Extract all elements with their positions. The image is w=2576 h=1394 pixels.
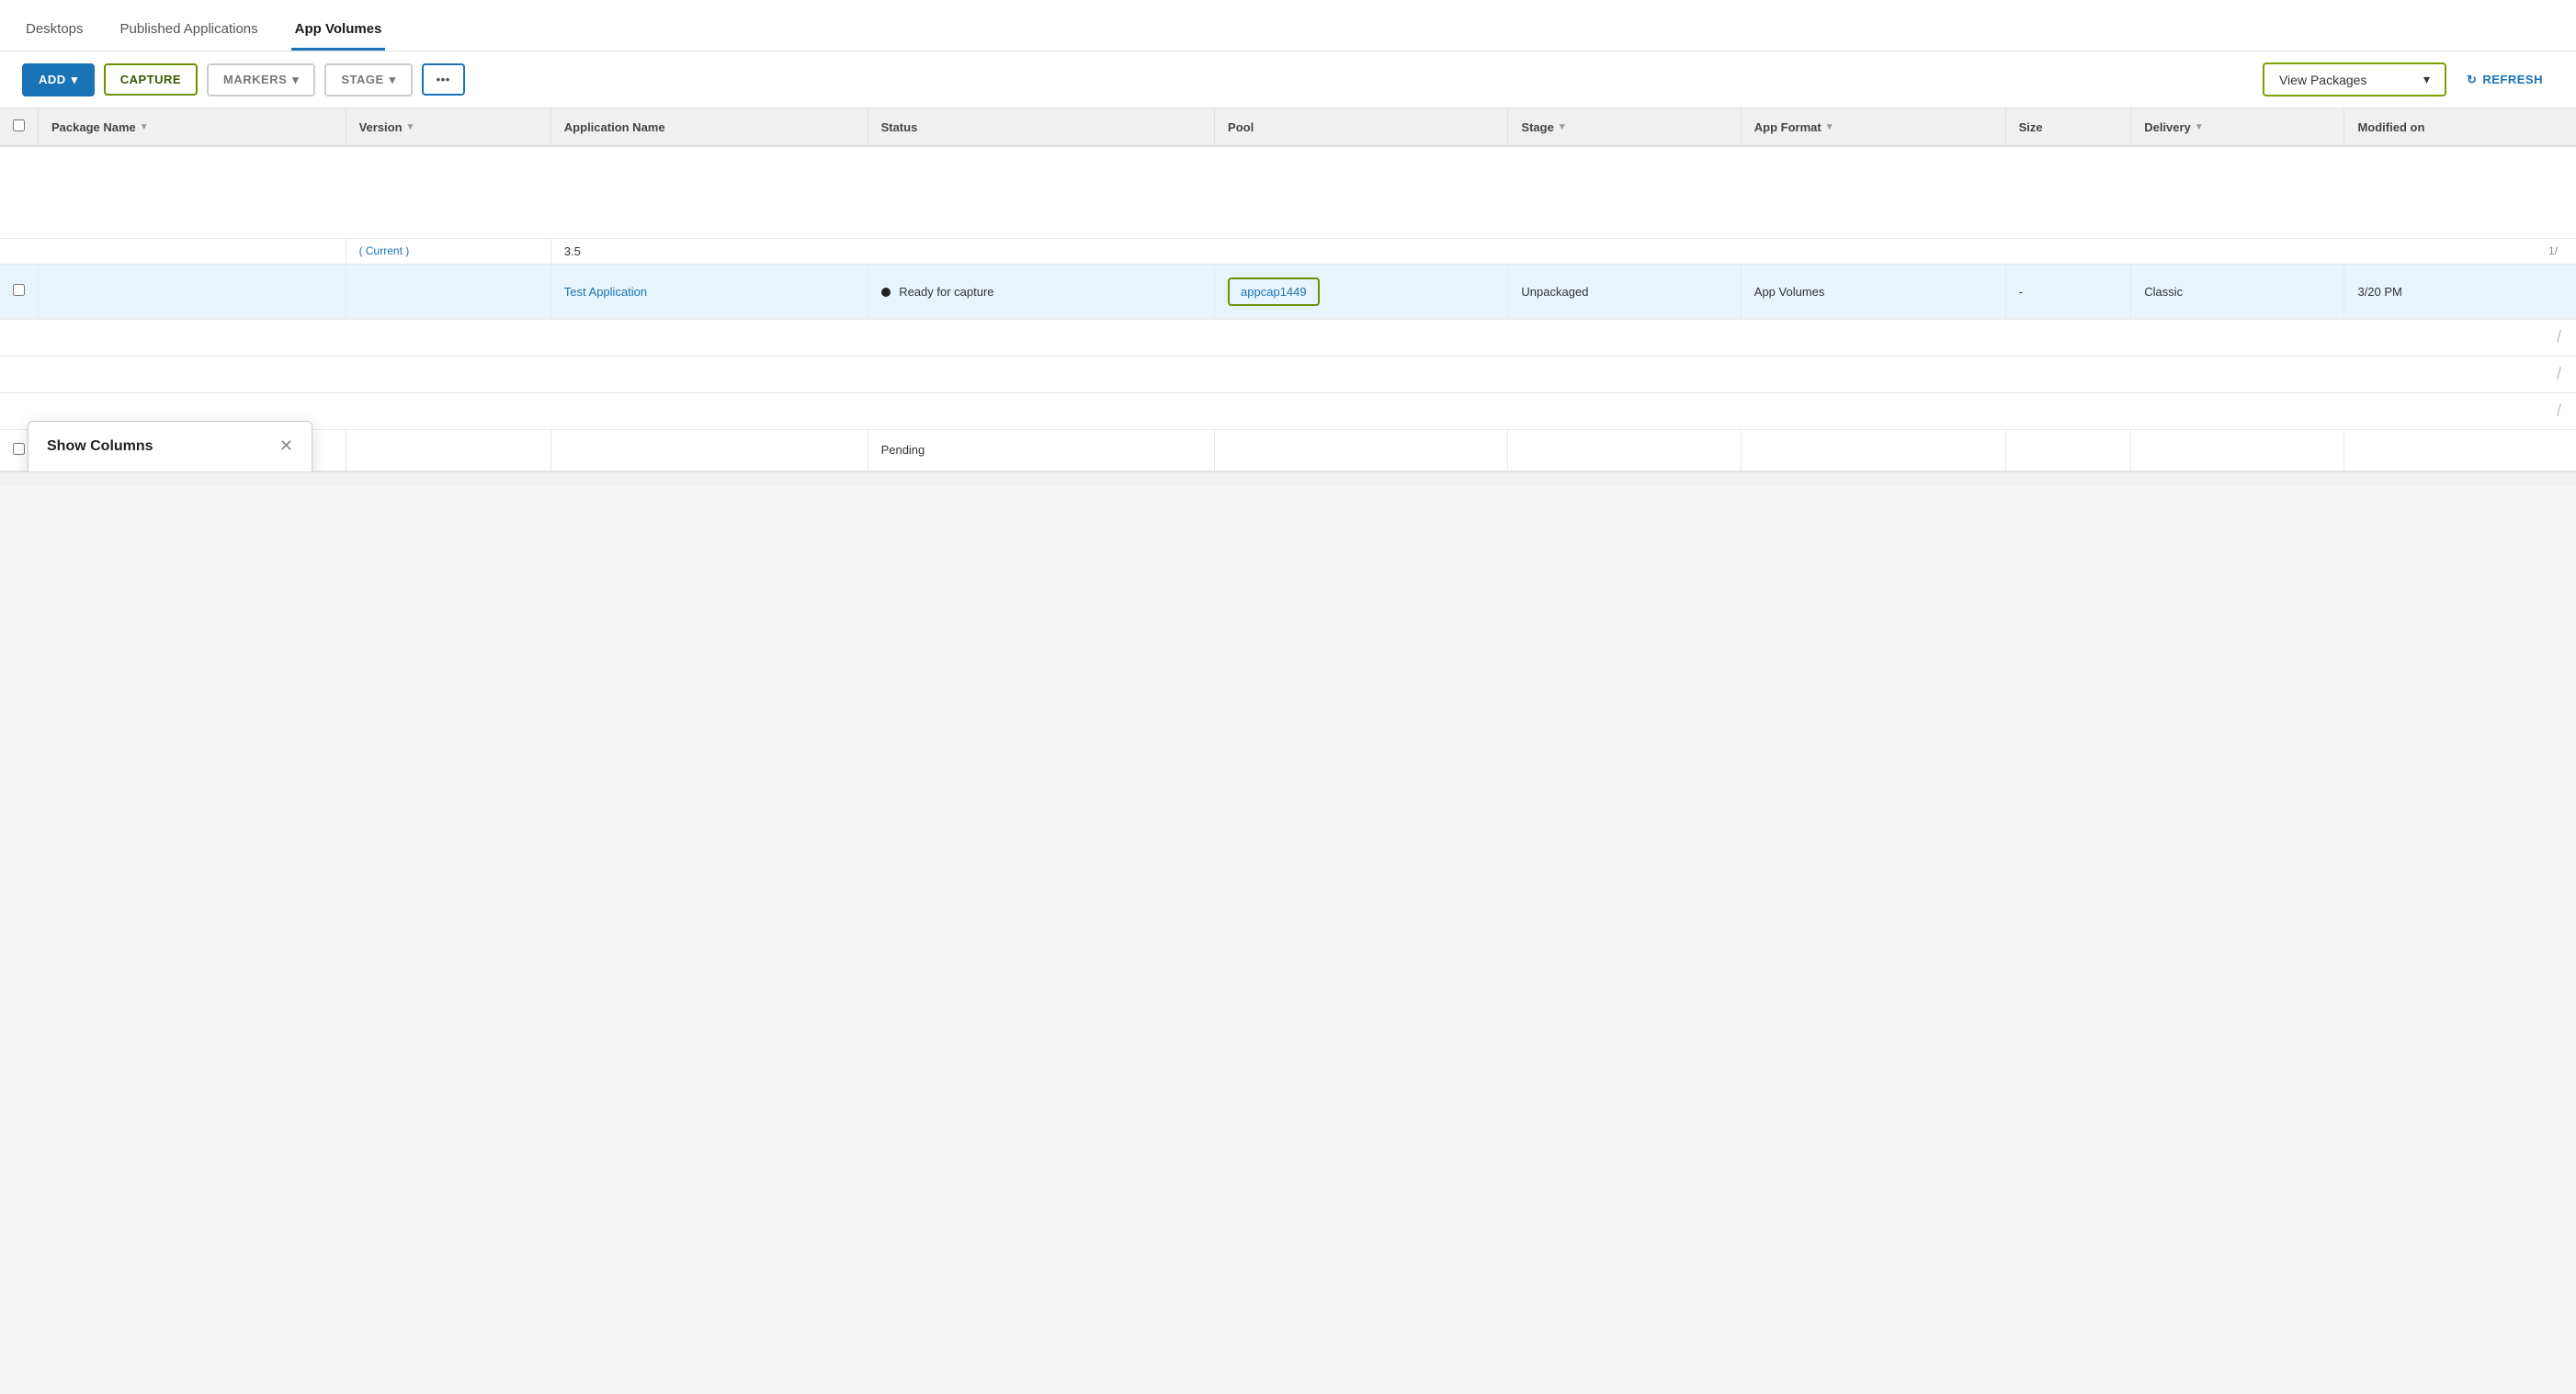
top-navigation: Desktops Published Applications App Volu… <box>0 0 2576 51</box>
table-header-row: Package Name ▼ Version ▼ Application Nam… <box>0 108 2576 146</box>
delivery-filter-icon[interactable]: ▼ <box>2195 122 2204 132</box>
tab-app-volumes[interactable]: App Volumes <box>291 6 386 51</box>
th-pool: Pool <box>1215 108 1508 146</box>
package-name-filter-icon[interactable]: ▼ <box>140 122 149 132</box>
table-row-empty-3: / <box>0 356 2576 392</box>
row-status: Ready for capture <box>868 264 1214 319</box>
th-package-name: Package Name ▼ <box>39 108 346 146</box>
stage-label: STAGE <box>341 73 383 86</box>
row-delivery: Classic <box>2131 264 2344 319</box>
capture-label: CAPTURE <box>120 73 181 86</box>
stage-chevron-icon: ▾ <box>390 73 396 87</box>
table-row-empty-1 <box>0 146 2576 238</box>
tab-desktops[interactable]: Desktops <box>22 6 87 51</box>
row-select-checkbox[interactable] <box>13 284 25 296</box>
popover-close-button[interactable]: ✕ <box>279 436 293 456</box>
packages-table: Package Name ▼ Version ▼ Application Nam… <box>0 108 2576 471</box>
view-packages-chevron-icon: ▾ <box>2423 72 2430 87</box>
row-package-name <box>39 264 346 319</box>
row-stage: Unpackaged <box>1508 264 1741 319</box>
row-app-format: App Volumes <box>1741 264 2005 319</box>
markers-button[interactable]: MARKERS ▾ <box>207 63 315 96</box>
add-chevron-icon: ▾ <box>72 73 78 87</box>
table-row-empty-4: / <box>0 392 2576 429</box>
refresh-icon: ↻ <box>2467 73 2477 87</box>
more-options-button[interactable]: ••• <box>422 63 465 96</box>
th-application-name: Application Name <box>550 108 868 146</box>
popover-title: Show Columns <box>47 438 153 455</box>
row2-status-text: Pending <box>881 443 925 457</box>
row-modified: 3/20 PM <box>2344 264 2576 319</box>
add-label: ADD <box>39 73 66 86</box>
row-checkbox-cell <box>0 264 39 319</box>
capture-button[interactable]: CAPTURE <box>104 63 198 96</box>
current-label: ( Current ) <box>359 244 410 257</box>
row-pool[interactable]: appcap1449 <box>1215 264 1508 319</box>
page-indicator: 1/ <box>2548 244 2558 257</box>
show-column-package-name[interactable]: Package Name <box>47 470 293 471</box>
row-application-name[interactable]: Test Application <box>550 264 868 319</box>
view-packages-label: View Packages <box>2279 73 2366 87</box>
version-value: 3.5 <box>564 244 581 258</box>
th-stage: Stage ▼ <box>1508 108 1741 146</box>
popover-header: Show Columns ✕ <box>47 436 293 456</box>
th-delivery: Delivery ▼ <box>2131 108 2344 146</box>
markers-chevron-icon: ▾ <box>292 73 299 87</box>
table-row-pending[interactable]: Pending <box>0 429 2576 470</box>
show-columns-popover: Show Columns ✕ Package Name Version Appl… <box>28 421 312 471</box>
th-checkbox <box>0 108 39 146</box>
row2-modified <box>2344 429 2576 470</box>
row2-version <box>346 429 550 470</box>
status-text: Ready for capture <box>899 285 993 299</box>
select-all-checkbox[interactable] <box>13 119 25 131</box>
refresh-label: REFRESH <box>2482 73 2543 86</box>
table-container: Package Name ▼ Version ▼ Application Nam… <box>0 108 2576 471</box>
dots-label: ••• <box>437 73 450 86</box>
th-size: Size <box>2005 108 2131 146</box>
row2-stage <box>1508 429 1741 470</box>
row-size: - <box>2005 264 2131 319</box>
version-filter-icon[interactable]: ▼ <box>406 122 415 132</box>
refresh-button[interactable]: ↻ REFRESH <box>2456 65 2554 95</box>
th-modified: Modified on <box>2344 108 2576 146</box>
row2-status: Pending <box>868 429 1214 470</box>
table-row[interactable]: Test Application Ready for capture appca… <box>0 264 2576 319</box>
row2-pool <box>1215 429 1508 470</box>
th-status: Status <box>868 108 1214 146</box>
tab-published-apps[interactable]: Published Applications <box>117 6 262 51</box>
status-dot-icon <box>881 288 891 297</box>
stage-filter-icon[interactable]: ▼ <box>1558 122 1567 132</box>
th-version: Version ▼ <box>346 108 550 146</box>
row2-size <box>2005 429 2131 470</box>
markers-label: MARKERS <box>223 73 287 86</box>
row2-app-format <box>1741 429 2005 470</box>
current-label-row: ( Current ) 3.5 1/ <box>0 238 2576 264</box>
th-app-format: App Format ▼ <box>1741 108 2005 146</box>
stage-button[interactable]: STAGE ▾ <box>324 63 412 96</box>
add-button[interactable]: ADD ▾ <box>22 63 95 96</box>
view-packages-button[interactable]: View Packages ▾ <box>2263 62 2446 96</box>
toolbar: ADD ▾ CAPTURE MARKERS ▾ STAGE ▾ ••• View… <box>0 51 2576 108</box>
row2-select-checkbox[interactable] <box>13 443 25 455</box>
table-row-empty-2: / <box>0 319 2576 356</box>
row2-application-name <box>550 429 868 470</box>
application-name-link[interactable]: Test Application <box>564 285 647 299</box>
app-format-filter-icon[interactable]: ▼ <box>1825 122 1834 132</box>
row2-delivery <box>2131 429 2344 470</box>
pool-link[interactable]: appcap1449 <box>1228 278 1320 306</box>
row-version <box>346 264 550 319</box>
horizontal-scrollbar[interactable] <box>0 471 2576 486</box>
